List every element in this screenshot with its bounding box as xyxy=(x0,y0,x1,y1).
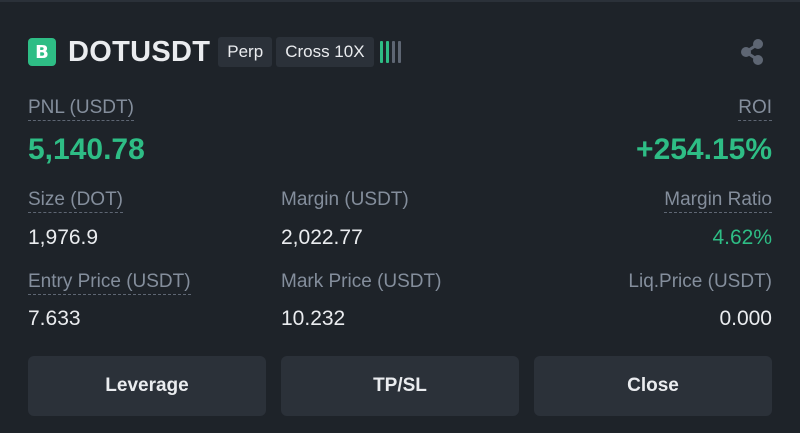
mark-price-label: Mark Price (USDT) xyxy=(281,271,442,292)
leverage-button[interactable]: Leverage xyxy=(28,356,266,416)
roi-value: +254.15% xyxy=(636,133,772,166)
position-card: B DOTUSDT Perp Cross 10X PNL (USDT) 5,14… xyxy=(28,0,772,433)
margin-ratio-label: Margin Ratio xyxy=(664,189,772,213)
close-button[interactable]: Close xyxy=(534,356,772,416)
size-value: 1,976.9 xyxy=(28,226,99,249)
margin-label: Margin (USDT) xyxy=(281,189,409,210)
tpsl-button[interactable]: TP/SL xyxy=(281,356,519,416)
roi-label: ROI xyxy=(738,97,772,121)
symbol-title[interactable]: DOTUSDT xyxy=(68,36,210,69)
liq-price-label: Liq.Price (USDT) xyxy=(628,271,772,292)
share-icon[interactable] xyxy=(738,38,766,66)
pnl-label: PNL (USDT) xyxy=(28,97,134,121)
side-badge: B xyxy=(28,38,56,66)
margin-mode-tag[interactable]: Cross 10X xyxy=(276,37,374,67)
pnl-value: 5,140.78 xyxy=(28,133,145,166)
margin-value: 2,022.77 xyxy=(281,226,363,249)
liq-price-value: 0.000 xyxy=(719,307,772,330)
entry-price-value: 7.633 xyxy=(28,307,81,330)
entry-price-label: Entry Price (USDT) xyxy=(28,271,191,295)
signal-bars-icon xyxy=(379,41,401,63)
mark-price-value: 10.232 xyxy=(281,307,346,330)
position-header: B DOTUSDT Perp Cross 10X xyxy=(28,36,401,68)
margin-ratio-value: 4.62% xyxy=(712,226,772,249)
contract-type-tag: Perp xyxy=(218,37,273,67)
size-label: Size (DOT) xyxy=(28,189,123,213)
